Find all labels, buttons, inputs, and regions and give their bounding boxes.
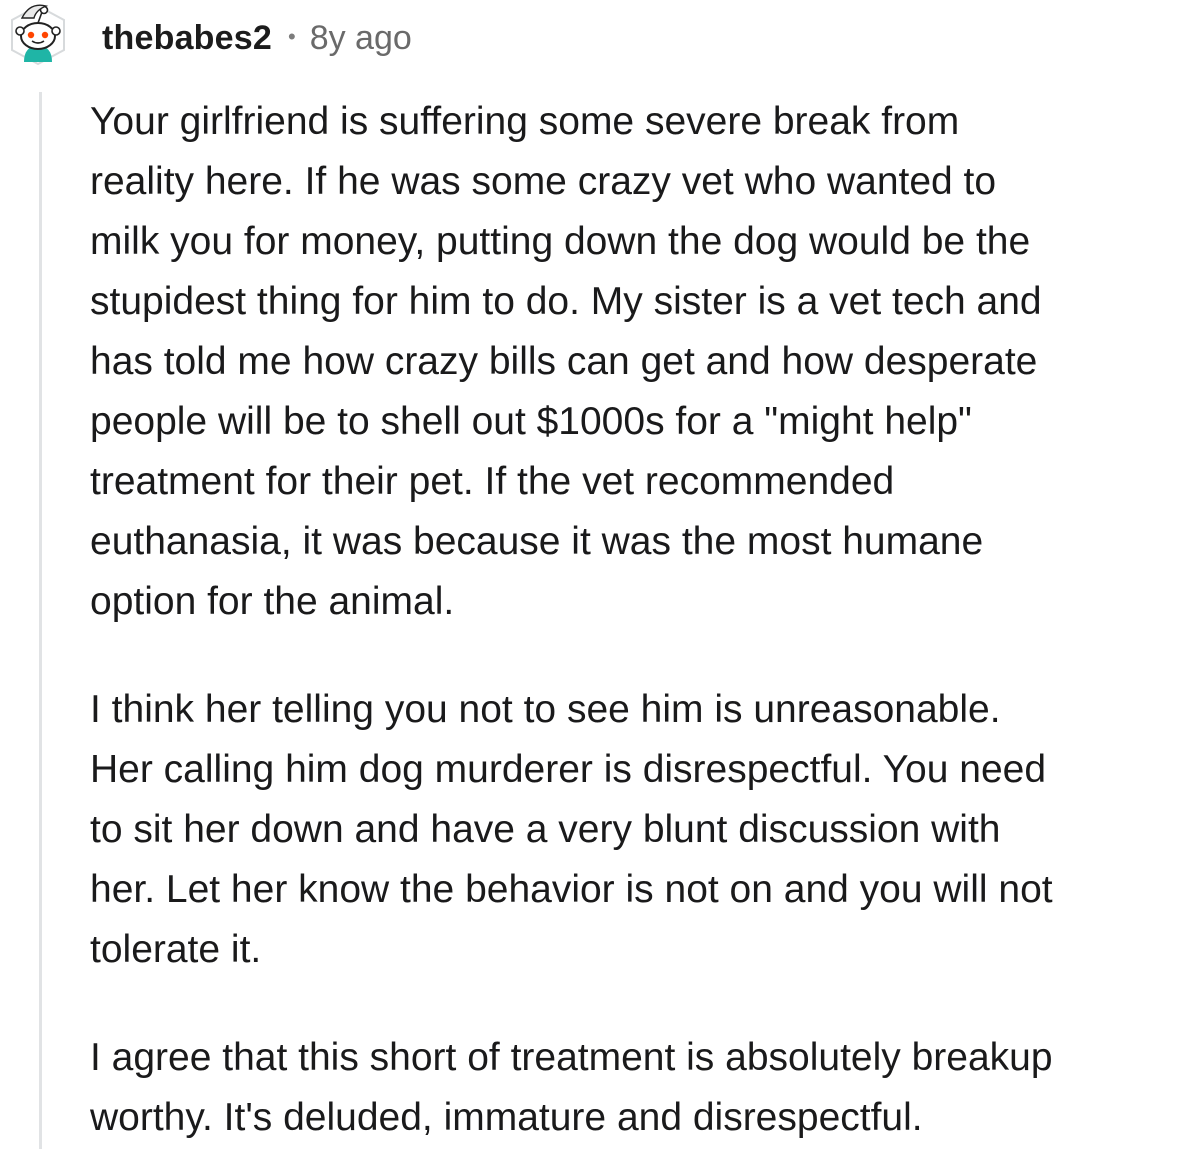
- text-line: treatment for their pet. If the vet reco…: [90, 460, 895, 503]
- text-line: her. Let her know the behavior is not on…: [90, 868, 1053, 911]
- text-line: option for the animal.: [90, 580, 455, 623]
- comment-paragraph: Your girlfriend is suffering some severe…: [90, 92, 1180, 632]
- comment-header: thebabes2 • 8y ago: [102, 14, 412, 62]
- text-line: to sit her down and have a very blunt di…: [90, 808, 1001, 851]
- text-line: reality here. If he was some crazy vet w…: [90, 160, 997, 203]
- text-line: milk you for money, putting down the dog…: [90, 220, 1031, 263]
- comment-body: Your girlfriend is suffering some severe…: [90, 92, 1180, 1148]
- text-line: has told me how crazy bills can get and …: [90, 340, 1038, 383]
- text-line: worthy. It's deluded, immature and disre…: [90, 1096, 923, 1139]
- meta-separator: •: [287, 24, 296, 49]
- comment-age[interactable]: 8y ago: [310, 19, 412, 58]
- text-line: people will be to shell out $1000s for a…: [90, 400, 972, 443]
- text-line: I agree that this short of treatment is …: [90, 1036, 1053, 1079]
- reddit-snoo-avatar-icon: [11, 4, 65, 66]
- comment-paragraph: I think her telling you not to see him i…: [90, 680, 1180, 980]
- text-line: euthanasia, it was because it was the mo…: [90, 520, 984, 563]
- username-link[interactable]: thebabes2: [102, 19, 272, 58]
- comment-paragraph: I agree that this short of treatment is …: [90, 1028, 1180, 1148]
- text-line: Your girlfriend is suffering some severe…: [90, 100, 960, 143]
- text-line: I think her telling you not to see him i…: [90, 688, 1001, 731]
- thread-collapse-line[interactable]: [39, 92, 42, 1149]
- user-avatar[interactable]: [6, 0, 70, 72]
- text-line: tolerate it.: [90, 928, 262, 971]
- text-line: Her calling him dog murderer is disrespe…: [90, 748, 1047, 791]
- text-line: stupidest thing for him to do. My sister…: [90, 280, 1042, 323]
- comment: thebabes2 • 8y ago Your girlfriend is su…: [0, 0, 1183, 1149]
